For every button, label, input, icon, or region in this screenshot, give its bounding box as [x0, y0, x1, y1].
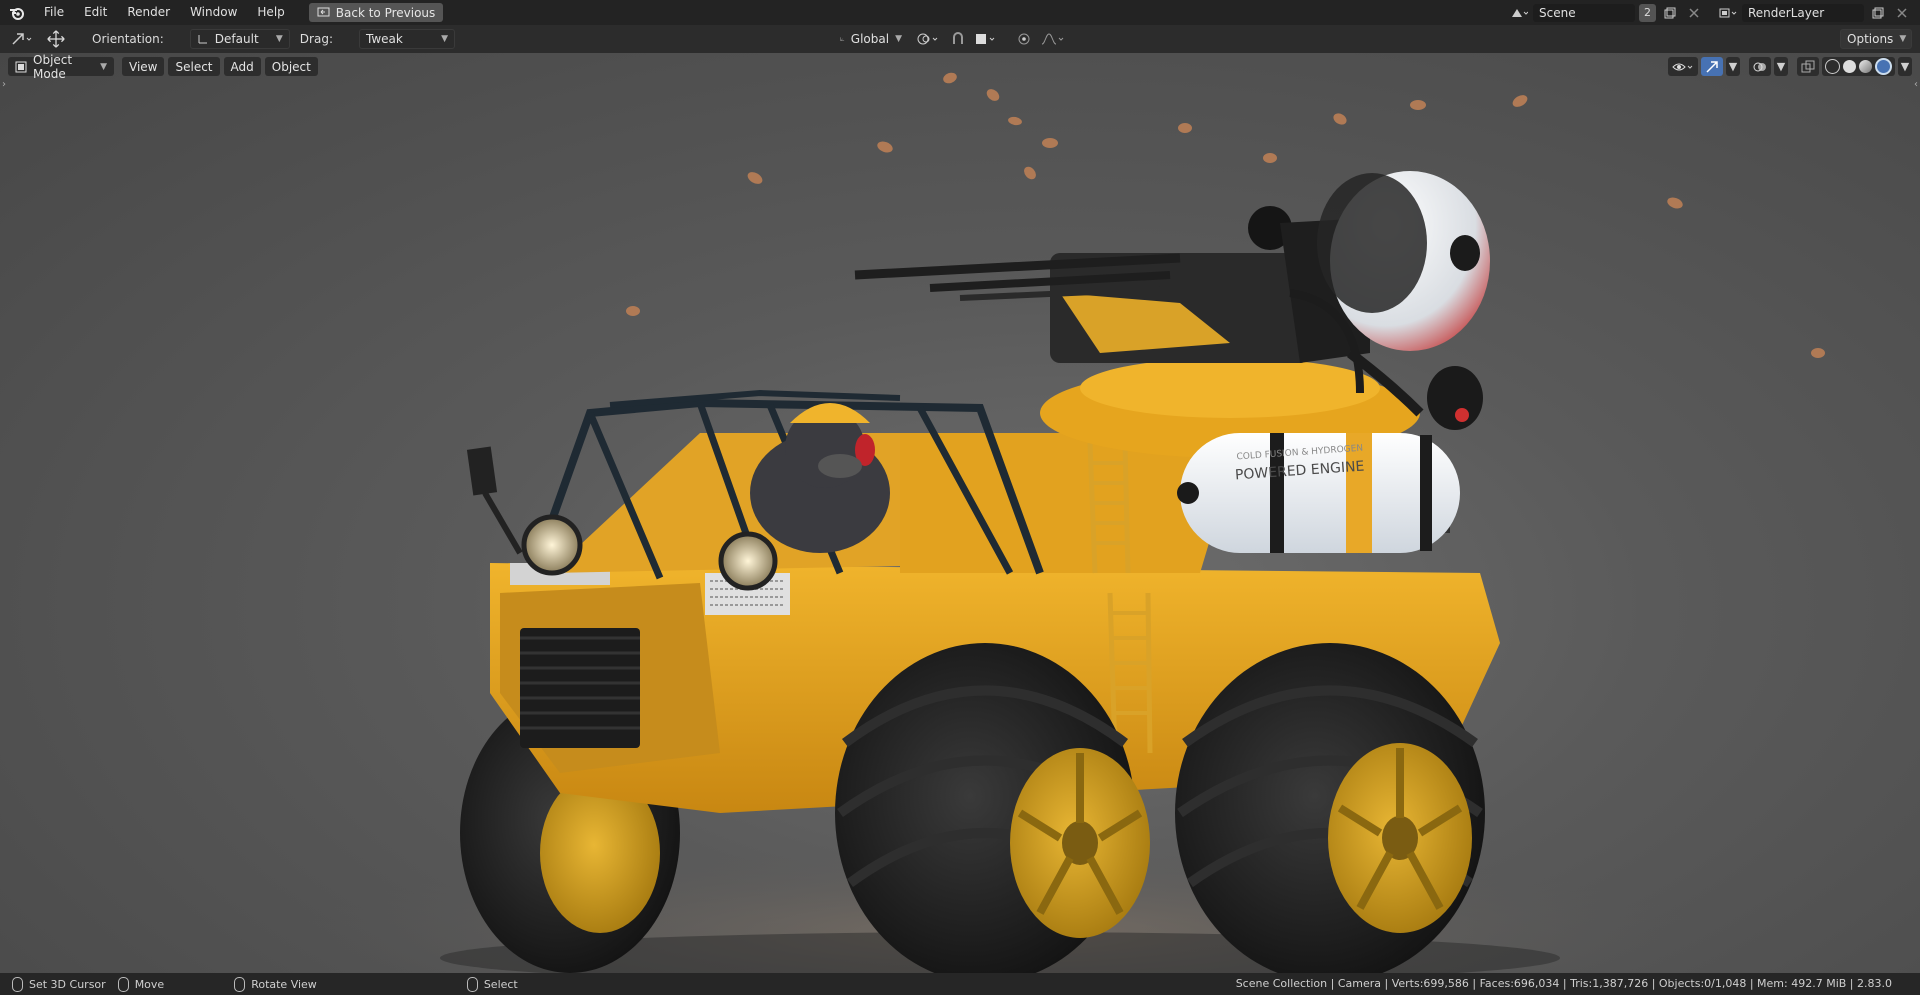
screen-back-icon — [317, 7, 330, 17]
chevron-down-icon: ▼ — [100, 61, 107, 72]
mouse-middle-icon — [234, 976, 246, 992]
snap-icon[interactable] — [948, 30, 968, 48]
proportional-editing-icon[interactable] — [1014, 30, 1034, 48]
shading-mode-group — [1822, 57, 1895, 76]
chevron-down-icon: ▼ — [1899, 34, 1907, 44]
viewport-header: Object Mode ▼ View Select Add Object — [8, 53, 318, 81]
menu-edit[interactable]: Edit — [74, 0, 117, 25]
orientation-dropdown[interactable]: Default ▼ — [189, 29, 290, 49]
scene-users-count: 2 — [1639, 3, 1656, 22]
menu-window[interactable]: Window — [180, 0, 247, 25]
material-preview-shading-icon[interactable] — [1859, 60, 1872, 73]
object-mode-label: Object Mode — [33, 53, 73, 81]
scene-name-field[interactable]: Scene — [1533, 3, 1635, 22]
axis-icon — [198, 35, 207, 44]
drag-label: Drag: — [299, 32, 333, 46]
new-layer-icon[interactable] — [1868, 4, 1888, 22]
transform-orientation-dropdown[interactable]: Global ▼ — [834, 30, 908, 48]
drag-dropdown[interactable]: Tweak ▼ — [358, 29, 455, 49]
menu-file[interactable]: File — [34, 0, 74, 25]
global-axis-icon — [840, 37, 845, 41]
scene-browse-icon[interactable] — [1509, 4, 1529, 22]
viewport-menu-object[interactable]: Object — [264, 57, 318, 76]
falloff-curve-icon[interactable] — [1040, 30, 1068, 48]
status-hint-rotate: Rotate View — [234, 976, 317, 992]
viewport-menu-view[interactable]: View — [122, 57, 165, 76]
snap-target-icon[interactable] — [974, 30, 1000, 48]
rendered-vehicle-scene: COLD FUSION & HYDROGEN POWERED ENGINE — [300, 72, 1825, 973]
options-label: Options — [1847, 32, 1894, 46]
status-hint-select: Select — [466, 976, 518, 992]
chevron-down-icon: ▼ — [441, 34, 448, 44]
status-move-label: Move — [134, 977, 165, 991]
sidebar-expand-arrow-icon[interactable]: ‹ — [1914, 79, 1918, 90]
menu-render[interactable]: Render — [117, 0, 180, 25]
transform-controls: Global ▼ — [834, 30, 1068, 48]
back-to-previous-label: Back to Previous — [335, 5, 436, 20]
object-mode-dropdown[interactable]: Object Mode ▼ — [8, 53, 114, 81]
chevron-down-icon: ▼ — [895, 34, 902, 44]
tool-settings-header: Orientation: Default ▼ Drag: Tweak ▼ Glo… — [0, 25, 1920, 53]
render-layer-field[interactable]: RenderLayer — [1742, 3, 1864, 22]
new-scene-icon[interactable] — [1660, 4, 1680, 22]
gizmo-toggle-icon[interactable] — [1701, 57, 1723, 76]
render-layer-browse-icon[interactable] — [1718, 4, 1738, 22]
delete-layer-icon[interactable] — [1892, 4, 1912, 22]
3d-viewport[interactable]: COLD FUSION & HYDROGEN POWERED ENGINE Ob… — [0, 53, 1920, 973]
status-rotate-label: Rotate View — [251, 977, 317, 991]
chevron-down-icon: ▼ — [275, 34, 283, 44]
visibility-eye-icon[interactable] — [1668, 57, 1698, 76]
drag-value: Tweak — [365, 32, 403, 46]
menu-help[interactable]: Help — [247, 0, 294, 25]
xray-toggle-icon[interactable] — [1797, 57, 1819, 76]
viewport-display-controls: ▼ ▼ ▼ — [1668, 57, 1912, 76]
top-menu-bar: File Edit Render Window Help Back to Pre… — [0, 0, 1920, 25]
overlays-dropdown-chevron-icon[interactable]: ▼ — [1774, 57, 1788, 76]
move-tool-icon[interactable] — [46, 30, 66, 48]
mouse-middle-icon — [117, 976, 129, 992]
mouse-right-icon — [466, 976, 478, 992]
blender-logo-icon[interactable] — [0, 0, 34, 25]
options-dropdown[interactable]: Options ▼ — [1840, 29, 1912, 49]
scene-layer-selectors: Scene 2 RenderLayer — [1509, 0, 1920, 25]
editor-type-icon[interactable] — [8, 30, 36, 48]
orientation-label: Orientation: — [92, 32, 164, 46]
viewport-menu-add[interactable]: Add — [223, 57, 261, 76]
orientation-value: Default — [214, 32, 259, 46]
pivot-point-icon[interactable] — [914, 30, 942, 48]
rendered-shading-icon[interactable] — [1875, 58, 1892, 75]
delete-scene-icon[interactable] — [1684, 4, 1704, 22]
overlays-icon[interactable] — [1749, 57, 1771, 76]
gizmo-dropdown-chevron-icon[interactable]: ▼ — [1726, 57, 1740, 76]
viewport-menu-select[interactable]: Select — [168, 57, 220, 76]
status-select-label: Select — [483, 977, 518, 991]
scene-statistics: Scene Collection | Camera | Verts:699,58… — [1235, 977, 1892, 990]
shading-dropdown-chevron-icon[interactable]: ▼ — [1898, 57, 1912, 76]
wireframe-shading-icon[interactable] — [1825, 59, 1840, 74]
status-set-cursor-label: Set 3D Cursor — [29, 977, 106, 991]
status-hint-set-cursor: Set 3D Cursor — [12, 976, 106, 992]
status-hint-move: Move — [117, 976, 165, 992]
toolbar-expand-arrow-icon[interactable]: › — [2, 79, 6, 90]
status-bar: Set 3D Cursor Move Rotate View Select Sc… — [0, 973, 1920, 995]
object-mode-icon — [15, 61, 27, 72]
transform-orientation-value: Global — [850, 32, 890, 46]
back-to-previous-button[interactable]: Back to Previous — [308, 3, 444, 22]
solid-shading-icon[interactable] — [1843, 60, 1856, 73]
mouse-left-icon — [12, 976, 23, 992]
